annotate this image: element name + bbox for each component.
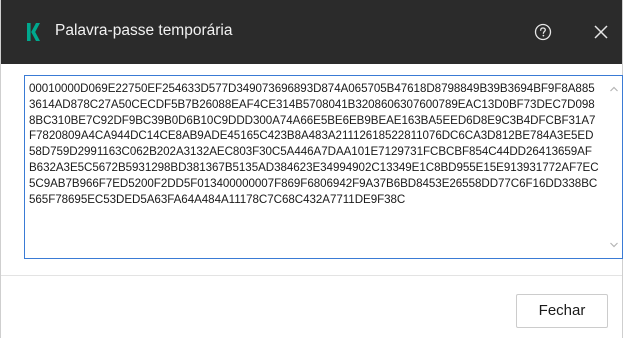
- password-text[interactable]: 00010000D069E22750EF254633D577D349073696…: [29, 81, 599, 207]
- help-circle-icon: [534, 23, 552, 41]
- help-button[interactable]: [531, 20, 555, 44]
- scroll-down-arrow-icon[interactable]: [609, 240, 619, 250]
- close-icon: [594, 25, 608, 39]
- footer-divider: [1, 275, 622, 276]
- close-button[interactable]: Fechar: [516, 294, 608, 328]
- vertical-scrollbar[interactable]: [606, 76, 622, 258]
- scroll-up-arrow-icon[interactable]: [609, 84, 619, 94]
- temporary-password-dialog: Palavra-passe temporária 00010000D069E22…: [0, 0, 623, 338]
- title-bar: Palavra-passe temporária: [1, 0, 622, 64]
- dialog-title: Palavra-passe temporária: [55, 22, 233, 39]
- close-window-button[interactable]: [589, 20, 613, 44]
- password-textarea[interactable]: 00010000D069E22750EF254633D577D349073696…: [24, 75, 623, 259]
- kaspersky-logo-icon: [27, 23, 40, 41]
